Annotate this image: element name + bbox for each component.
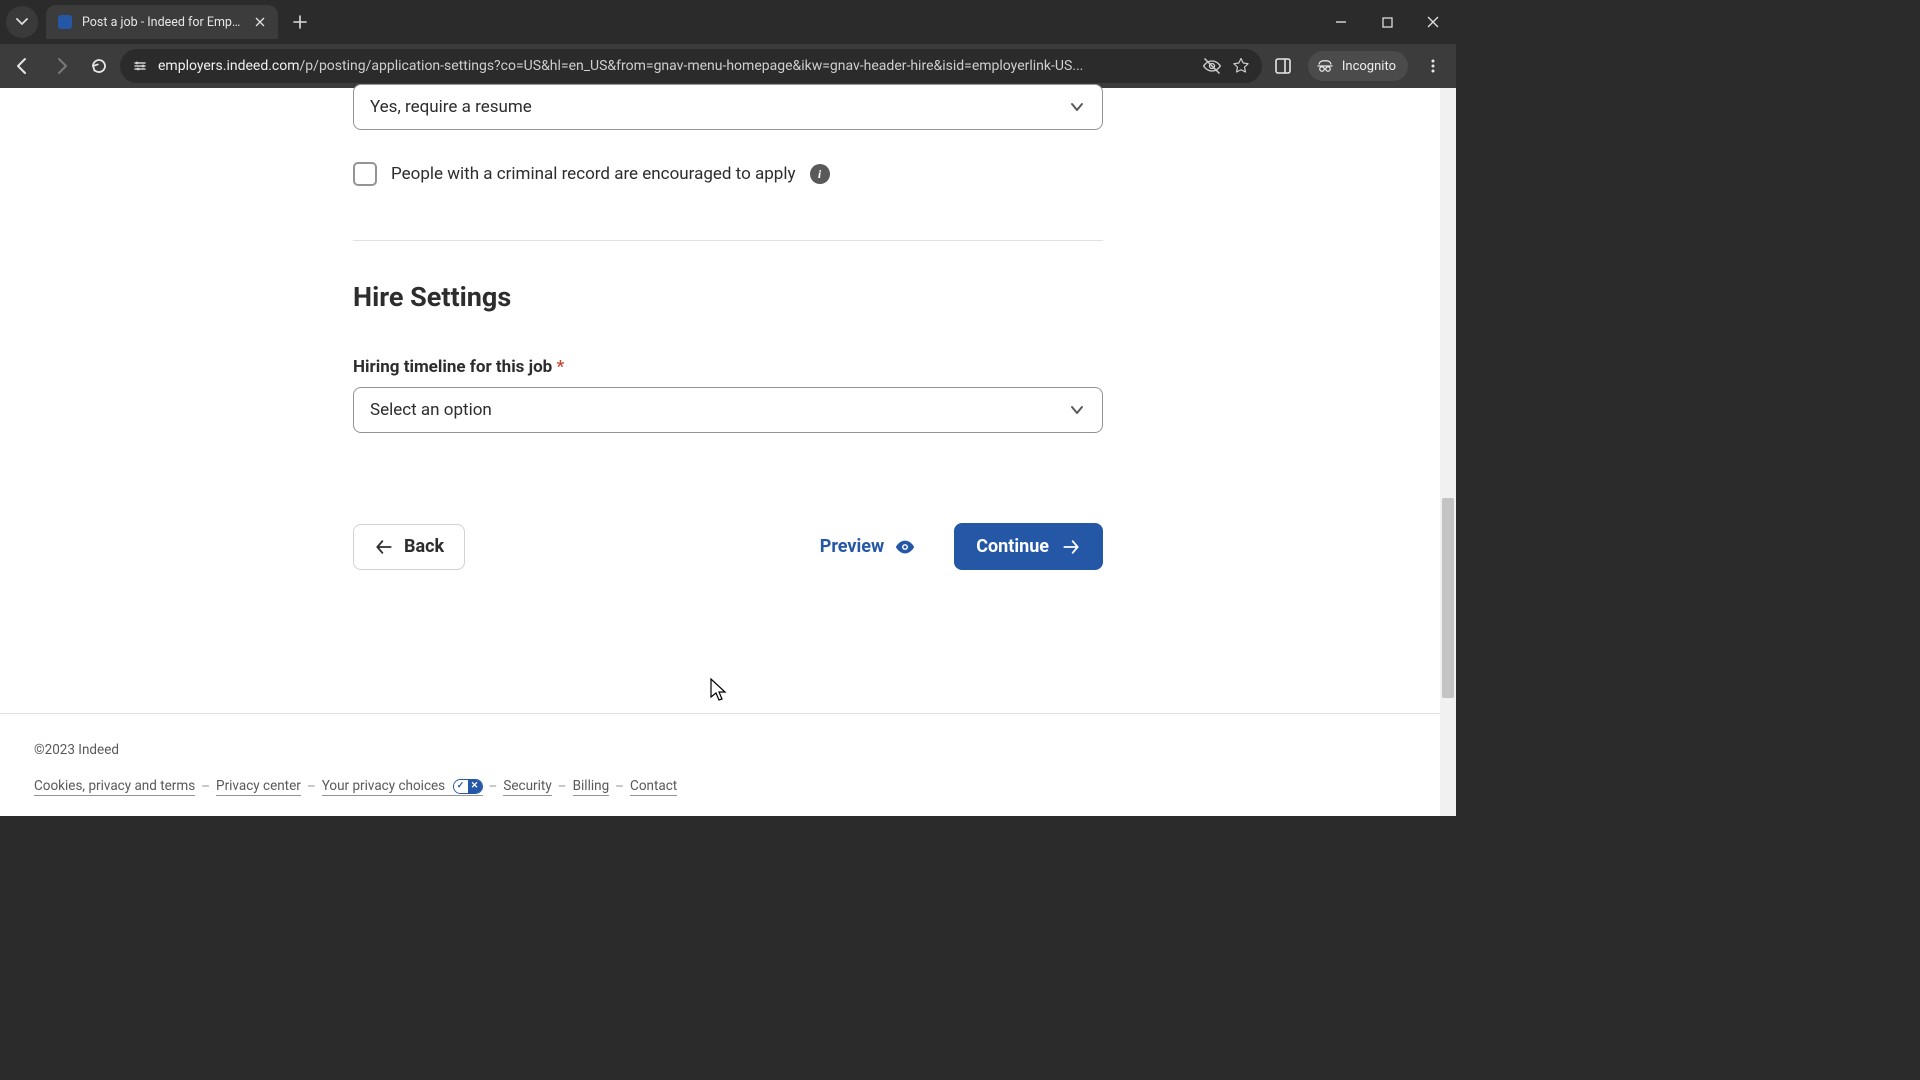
kebab-icon xyxy=(1425,58,1441,74)
arrow-right-icon xyxy=(1061,537,1081,557)
continue-button[interactable]: Continue xyxy=(954,523,1103,570)
panel-icon xyxy=(1274,57,1292,75)
back-button-label: Back xyxy=(404,536,444,557)
incognito-label: Incognito xyxy=(1342,59,1396,74)
new-tab-button[interactable] xyxy=(286,8,314,36)
form-buttons: Back Preview Continue xyxy=(353,523,1103,570)
close-icon xyxy=(255,17,265,27)
tab-search-button[interactable] xyxy=(6,6,38,38)
footer-link-contact[interactable]: Contact xyxy=(630,778,677,796)
minimize-icon xyxy=(1335,16,1347,28)
footer-link-your-choices[interactable]: Your privacy choices ✓✕ xyxy=(322,778,483,796)
nav-reload-button[interactable] xyxy=(82,49,116,83)
nav-forward-button[interactable] xyxy=(44,49,78,83)
arrow-left-icon xyxy=(374,537,394,557)
hiring-timeline-label: Hiring timeline for this job * xyxy=(353,357,1103,377)
browser-tab-active[interactable]: Post a job - Indeed for Employe xyxy=(46,5,278,39)
footer-link-cookies[interactable]: Cookies, privacy and terms xyxy=(34,778,195,796)
continue-button-label: Continue xyxy=(976,536,1049,557)
vertical-scrollbar[interactable] xyxy=(1440,88,1456,816)
close-icon xyxy=(1427,16,1439,28)
tab-favicon xyxy=(58,15,72,29)
arrow-left-icon xyxy=(14,57,32,75)
window-close-button[interactable] xyxy=(1410,0,1456,44)
resume-select-value: Yes, require a resume xyxy=(370,97,532,117)
chevron-down-icon xyxy=(1068,401,1086,419)
side-panel-button[interactable] xyxy=(1266,49,1300,83)
footer-link-privacy-center[interactable]: Privacy center xyxy=(216,778,301,796)
incognito-icon xyxy=(1316,57,1334,75)
address-bar-text: employers.indeed.com/p/posting/applicati… xyxy=(158,58,1192,74)
preview-button-label: Preview xyxy=(820,536,884,557)
chevron-down-icon xyxy=(1068,98,1086,116)
scrollbar-thumb[interactable] xyxy=(1442,498,1454,698)
incognito-indicator[interactable]: Incognito xyxy=(1308,51,1408,81)
hiring-timeline-value: Select an option xyxy=(370,400,492,420)
plus-icon xyxy=(293,15,307,29)
page-viewport: Yes, require a resume People with a crim… xyxy=(0,88,1456,816)
footer-links: Cookies, privacy and terms – Privacy cen… xyxy=(34,778,1406,796)
browser-menu-button[interactable] xyxy=(1416,49,1450,83)
reload-icon xyxy=(90,57,108,75)
footer-copyright: ©2023 Indeed xyxy=(34,742,1406,758)
window-controls xyxy=(1318,0,1456,44)
tab-title: Post a job - Indeed for Employe xyxy=(82,15,242,30)
footer-link-billing[interactable]: Billing xyxy=(573,778,610,796)
arrow-right-icon xyxy=(52,57,70,75)
criminal-record-checkbox[interactable] xyxy=(353,162,377,186)
back-button[interactable]: Back xyxy=(353,524,465,570)
preview-button[interactable]: Preview xyxy=(800,536,936,558)
window-minimize-button[interactable] xyxy=(1318,0,1364,44)
page-footer: ©2023 Indeed Cookies, privacy and terms … xyxy=(0,713,1440,816)
site-settings-icon[interactable] xyxy=(132,58,148,74)
resume-requirement-select[interactable]: Yes, require a resume xyxy=(353,84,1103,130)
maximize-icon xyxy=(1382,17,1393,28)
tab-close-button[interactable] xyxy=(252,14,268,30)
address-bar[interactable]: employers.indeed.com/p/posting/applicati… xyxy=(120,49,1262,83)
criminal-record-label: People with a criminal record are encour… xyxy=(391,164,796,184)
criminal-record-row: People with a criminal record are encour… xyxy=(353,162,1103,186)
privacy-choices-icon: ✓✕ xyxy=(453,779,483,794)
nav-back-button[interactable] xyxy=(6,49,40,83)
required-star: * xyxy=(556,357,564,377)
form-content: Yes, require a resume People with a crim… xyxy=(353,84,1103,570)
browser-toolbar: employers.indeed.com/p/posting/applicati… xyxy=(0,44,1456,88)
window-maximize-button[interactable] xyxy=(1364,0,1410,44)
eye-off-icon[interactable] xyxy=(1202,56,1222,76)
info-icon[interactable]: i xyxy=(810,164,830,184)
browser-titlebar: Post a job - Indeed for Employe xyxy=(0,0,1456,44)
section-divider xyxy=(353,240,1103,241)
mouse-cursor xyxy=(710,678,728,704)
chevron-down-icon xyxy=(16,16,28,28)
footer-link-security[interactable]: Security xyxy=(503,778,551,796)
bookmark-star-icon[interactable] xyxy=(1232,57,1250,75)
hiring-timeline-select[interactable]: Select an option xyxy=(353,387,1103,433)
hire-settings-heading: Hire Settings xyxy=(353,281,1103,313)
eye-icon xyxy=(894,536,916,558)
